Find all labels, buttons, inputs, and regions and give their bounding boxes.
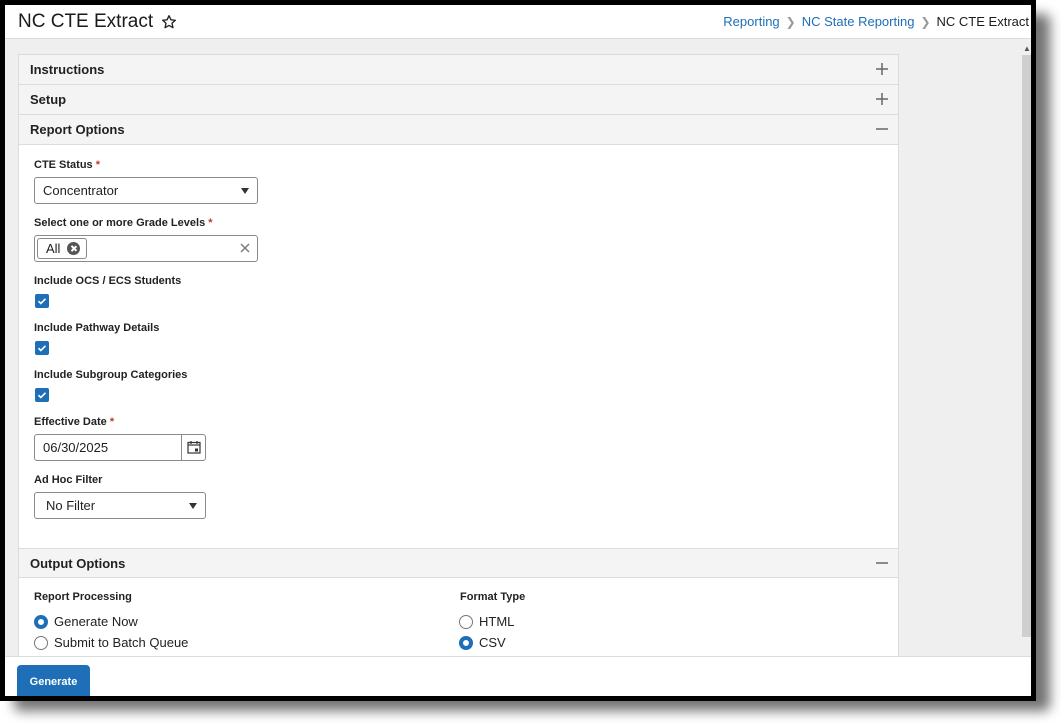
cte-status-value: Concentrator <box>43 183 119 198</box>
required-marker: * <box>208 217 213 229</box>
radio-label: HTML <box>479 614 515 629</box>
ad-hoc-filter-value: No Filter <box>46 498 96 513</box>
include-ocs-checkbox[interactable] <box>35 294 49 308</box>
section-output-options[interactable]: Output Options <box>19 548 898 578</box>
remove-circle-x-icon[interactable] <box>67 242 81 255</box>
collapse-minus-icon[interactable] <box>876 123 888 135</box>
caret-down-icon <box>189 503 197 509</box>
radio-label: Generate Now <box>54 614 138 629</box>
breadcrumb-current: NC CTE Extract <box>936 14 1029 29</box>
radio-selected-icon[interactable] <box>34 614 48 629</box>
radio-submit-batch-queue[interactable]: Submit to Batch Queue <box>34 635 188 650</box>
window-frame: NC CTE Extract Reporting ❯ NC State Repo… <box>0 0 1036 701</box>
calendar-button[interactable] <box>181 435 205 460</box>
radio-selected-icon[interactable] <box>459 635 473 650</box>
report-processing-label: Report Processing <box>34 591 132 603</box>
app-screen: NC CTE Extract Reporting ❯ NC State Repo… <box>5 5 1031 696</box>
ad-hoc-filter-label: Ad Hoc Filter <box>34 474 103 486</box>
grade-chip-all: All <box>37 238 88 259</box>
required-marker: * <box>95 159 101 171</box>
grade-levels-multiselect[interactable]: All <box>34 235 258 262</box>
section-title: Setup <box>30 92 67 107</box>
scroll-up-arrow-icon[interactable]: ▲ <box>1023 45 1031 53</box>
page-title-text: NC CTE Extract <box>18 11 154 32</box>
star-icon[interactable] <box>161 14 177 30</box>
include-pathway-checkbox[interactable] <box>35 341 49 355</box>
cte-status-select[interactable]: Concentrator <box>34 177 258 204</box>
expand-plus-icon[interactable] <box>876 93 888 105</box>
effective-date-input[interactable]: 06/30/2025 <box>34 434 206 461</box>
section-title: Report Options <box>30 122 125 137</box>
section-instructions[interactable]: Instructions <box>19 55 898 85</box>
collapse-minus-icon[interactable] <box>876 557 888 569</box>
required-marker: * <box>109 416 115 428</box>
vertical-scrollbar[interactable] <box>1022 55 1031 637</box>
expand-plus-icon[interactable] <box>876 63 888 75</box>
radio-unselected-icon[interactable] <box>34 635 48 650</box>
effective-date-value: 06/30/2025 <box>43 440 109 455</box>
section-title: Output Options <box>30 555 126 571</box>
checkmark-icon <box>37 392 47 399</box>
breadcrumb-nc-state-reporting[interactable]: NC State Reporting <box>802 14 915 29</box>
section-setup[interactable]: Setup <box>19 85 898 115</box>
report-panel: Instructions Setup Report Options CTE St… <box>18 54 899 664</box>
generate-button[interactable]: Generate <box>17 665 90 696</box>
calendar-icon <box>187 441 201 454</box>
radio-generate-now[interactable]: Generate Now <box>34 614 138 629</box>
radio-unselected-icon[interactable] <box>459 614 473 629</box>
include-subgroup-checkbox[interactable] <box>35 388 49 402</box>
action-footer: Generate <box>5 656 1031 696</box>
include-pathway-label: Include Pathway Details <box>34 322 160 334</box>
page-title: NC CTE Extract <box>18 11 177 33</box>
radio-format-html[interactable]: HTML <box>459 614 514 629</box>
chevron-right-icon: ❯ <box>785 14 796 29</box>
effective-date-label: Effective Date * <box>34 416 115 428</box>
chip-label: All <box>46 241 61 256</box>
clear-x-icon[interactable] <box>239 242 251 254</box>
checkmark-icon <box>37 298 47 305</box>
section-report-options[interactable]: Report Options <box>19 115 898 145</box>
radio-label: Submit to Batch Queue <box>54 635 189 650</box>
caret-down-icon <box>241 188 249 194</box>
include-ocs-label: Include OCS / ECS Students <box>34 275 182 287</box>
breadcrumb: Reporting ❯ NC State Reporting ❯ NC CTE … <box>723 14 1029 29</box>
breadcrumb-reporting[interactable]: Reporting <box>723 14 779 29</box>
ad-hoc-filter-select[interactable]: No Filter <box>34 492 206 519</box>
top-bar: NC CTE Extract Reporting ❯ NC State Repo… <box>5 5 1031 39</box>
section-title: Instructions <box>30 62 105 77</box>
radio-label: CSV <box>479 635 506 650</box>
cte-status-label: CTE Status * <box>34 159 101 171</box>
checkmark-icon <box>37 345 47 352</box>
chevron-right-icon: ❯ <box>920 14 931 29</box>
include-subgroup-label: Include Subgroup Categories <box>34 369 188 381</box>
format-type-label: Format Type <box>460 591 526 603</box>
grade-levels-label: Select one or more Grade Levels * <box>34 217 213 229</box>
radio-format-csv[interactable]: CSV <box>459 635 506 650</box>
